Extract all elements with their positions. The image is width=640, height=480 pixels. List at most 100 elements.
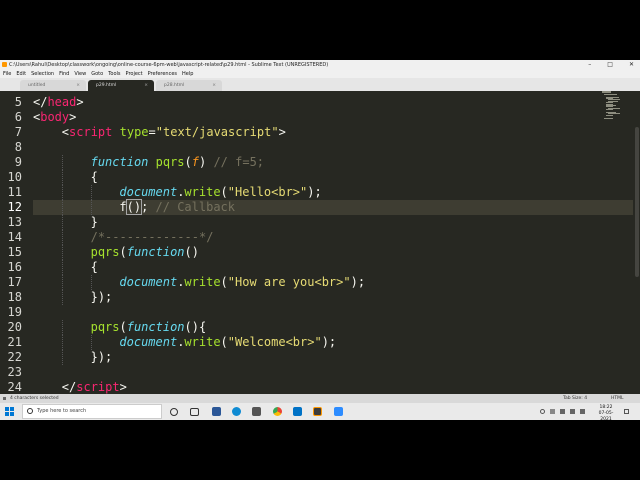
scrollbar-thumb[interactable] xyxy=(635,127,639,277)
code-token: ( xyxy=(184,155,192,169)
tab-size-selector[interactable]: Tab Size: 4 xyxy=(563,394,587,403)
code-token: () xyxy=(184,245,199,259)
code-line[interactable]: <body> xyxy=(33,110,76,125)
panel-toggle-icon[interactable] xyxy=(3,397,6,400)
selection-status: 4 characters selected xyxy=(10,396,59,401)
close-button[interactable]: ✕ xyxy=(629,60,634,70)
code-token: document xyxy=(119,335,178,349)
sublime-taskbar-icon[interactable] xyxy=(313,407,322,416)
code-area[interactable]: </head> <body> <script type="text/javascri… xyxy=(33,91,633,394)
indent-guide xyxy=(61,215,63,230)
tray-overflow-icon[interactable] xyxy=(540,409,545,414)
notification-icon[interactable] xyxy=(624,409,629,414)
tab-close-icon[interactable]: × xyxy=(144,80,148,91)
wifi-icon[interactable] xyxy=(570,409,575,414)
menu-find[interactable]: Find xyxy=(59,70,69,78)
menu-tools[interactable]: Tools xyxy=(108,70,120,78)
menu-view[interactable]: View xyxy=(74,70,86,78)
status-bar: 4 characters selected Tab Size: 4 HTML xyxy=(0,394,640,403)
menu-help[interactable]: Help xyxy=(182,70,193,78)
code-line[interactable]: </head> xyxy=(33,95,84,110)
code-token: write xyxy=(184,185,221,199)
cortana-icon[interactable] xyxy=(170,408,178,416)
code-token: ( xyxy=(220,185,228,199)
code-token: (){ xyxy=(184,320,207,334)
code-line[interactable]: pqrs(function(){ xyxy=(91,320,207,335)
tray-app-icon[interactable] xyxy=(550,409,555,414)
menu-goto[interactable]: Goto xyxy=(91,70,103,78)
indent-guide xyxy=(61,155,63,170)
code-line[interactable]: document.write("How are you<br>"); xyxy=(119,275,365,290)
task-view-icon[interactable] xyxy=(190,408,199,416)
search-placeholder: Type here to search xyxy=(37,408,87,414)
tab-p29-html[interactable]: p29.html × xyxy=(88,80,154,91)
code-line[interactable]: }); xyxy=(91,290,113,305)
indent-guide xyxy=(90,275,92,290)
line-number: 21 xyxy=(7,335,22,349)
code-line[interactable]: <script type="text/javascript"> xyxy=(62,125,286,140)
tab-p28-html[interactable]: p28.html × xyxy=(156,80,222,91)
code-token: pqrs xyxy=(90,245,120,259)
code-line[interactable]: pqrs(function() xyxy=(91,245,199,260)
maximize-button[interactable]: □ xyxy=(607,60,613,70)
tab-close-icon[interactable]: × xyxy=(76,80,80,91)
store-icon[interactable] xyxy=(252,407,261,416)
code-token: pqrs xyxy=(90,320,120,334)
menu-edit[interactable]: Edit xyxy=(16,70,26,78)
line-number: 23 xyxy=(7,365,22,379)
code-token: </ xyxy=(61,380,77,394)
code-token: write xyxy=(184,275,221,289)
code-line[interactable]: { xyxy=(91,260,98,275)
windows-start-icon[interactable] xyxy=(5,407,14,416)
code-token: script xyxy=(69,125,113,139)
clock-date: 07-05-2021 xyxy=(598,411,614,420)
code-token: function xyxy=(126,320,185,334)
code-line[interactable]: function pqrs(f) // f=5; xyxy=(91,155,264,170)
code-token: "text/javascript" xyxy=(155,125,279,139)
code-line[interactable]: f(); // Callback xyxy=(119,199,235,215)
code-token: write xyxy=(184,335,221,349)
edge-icon[interactable] xyxy=(232,407,241,416)
code-line[interactable]: </script> xyxy=(62,380,127,394)
menu-file[interactable]: File xyxy=(3,70,11,78)
battery-icon[interactable] xyxy=(560,409,565,414)
volume-icon[interactable] xyxy=(580,409,585,414)
indent-guide xyxy=(90,185,92,200)
code-token: head xyxy=(47,95,77,109)
tab-close-icon[interactable]: × xyxy=(212,80,216,91)
minimap[interactable] xyxy=(602,91,620,121)
line-number: 11 xyxy=(7,185,22,199)
title-bar: C:\Users\Rahul\Desktop\classwork\ongoing… xyxy=(0,60,640,70)
mail-icon[interactable] xyxy=(293,407,302,416)
syntax-selector[interactable]: HTML xyxy=(611,394,624,403)
vertical-scrollbar[interactable] xyxy=(634,91,640,394)
code-token: ( xyxy=(220,275,228,289)
code-line[interactable]: } xyxy=(91,215,98,230)
menu-project[interactable]: Project xyxy=(126,70,143,78)
indent-guide xyxy=(61,260,63,275)
code-token: ; xyxy=(141,200,156,214)
code-line[interactable]: document.write("Welcome<br>"); xyxy=(119,335,336,350)
code-line[interactable]: }); xyxy=(91,350,113,365)
code-token: }); xyxy=(90,350,113,364)
menu-preferences[interactable]: Preferences xyxy=(148,70,177,78)
menu-selection[interactable]: Selection xyxy=(31,70,54,78)
code-line[interactable]: document.write("Hello<br>"); xyxy=(119,185,321,200)
line-number: 17 xyxy=(7,275,22,289)
indent-guide xyxy=(61,185,63,200)
code-line[interactable]: /*-------------*/ xyxy=(91,230,214,245)
code-token: () xyxy=(125,199,143,215)
code-editor[interactable]: 5 6 7 8 9 10 11 12 13 14 15 16 17 18 19 20 21 22 23 24 </he… xyxy=(0,91,634,394)
code-line[interactable]: { xyxy=(91,170,98,185)
taskbar-search-input[interactable]: Type here to search xyxy=(22,404,162,419)
chrome-icon[interactable] xyxy=(273,407,282,416)
code-token: ( xyxy=(119,245,127,259)
code-token: ( xyxy=(119,320,127,334)
tab-untitled[interactable]: untitled × xyxy=(20,80,86,91)
indent-guide xyxy=(61,245,63,260)
zoom-icon[interactable] xyxy=(334,407,343,416)
onenote-icon[interactable] xyxy=(212,407,221,416)
taskbar-clock[interactable]: 18:22 07-05-2021 xyxy=(595,405,617,420)
minimize-button[interactable]: – xyxy=(588,60,591,70)
